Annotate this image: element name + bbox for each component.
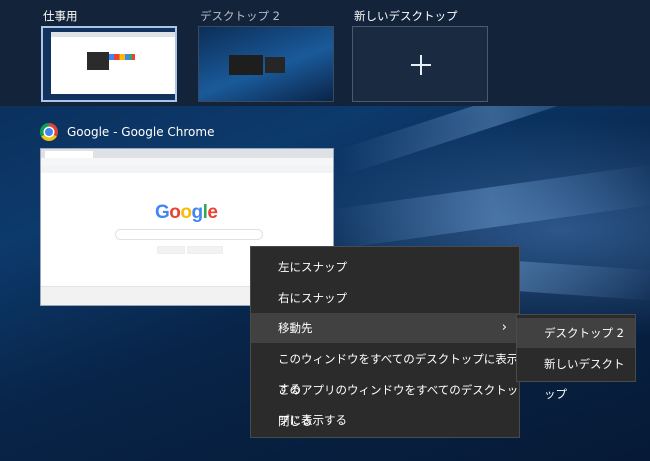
submenu-item-new-desktop[interactable]: 新しいデスクトップ: [517, 349, 635, 401]
preview-address-bar: [41, 158, 333, 166]
desktop-label-2: デスクトップ 2: [200, 9, 280, 23]
window-title: Google - Google Chrome: [67, 125, 215, 139]
submenu-item-desktop-2[interactable]: デスクトップ 2: [517, 318, 635, 348]
thumbnail-google-logo: [107, 54, 135, 60]
menu-item-label: 左にスナップ: [278, 260, 347, 274]
thumbnail-browser-toolbar: [51, 32, 175, 37]
menu-item-show-window-all-desktops[interactable]: このウィンドウをすべてのデスクトップに表示する: [251, 344, 519, 396]
new-desktop-button[interactable]: [352, 26, 488, 102]
wallpaper-light-ray: [327, 164, 650, 250]
preview-tab: [45, 151, 93, 158]
preview-tab-strip: [41, 149, 333, 158]
menu-item-label: 閉じる: [278, 414, 313, 428]
menu-item-snap-left[interactable]: 左にスナップ: [251, 252, 519, 282]
preview-search-button: [157, 246, 185, 254]
chevron-right-icon: ›: [501, 320, 507, 335]
move-to-submenu: デスクトップ 2 新しいデスクトップ: [516, 314, 636, 401]
preview-google-logo: Google: [155, 202, 218, 223]
preview-search-box: [115, 229, 263, 240]
window-title-bar: Google - Google Chrome: [40, 122, 214, 142]
plus-icon: [420, 55, 422, 75]
desktop-label-new: 新しいデスクトップ: [354, 9, 458, 23]
preview-lucky-button: [187, 246, 223, 254]
submenu-item-label: デスクトップ 2: [544, 326, 624, 340]
thumbnail-context-menu: [87, 52, 109, 70]
desktop-thumbnail-1[interactable]: [41, 26, 177, 102]
window-context-menu: 左にスナップ 右にスナップ 移動先 › このウィンドウをすべてのデスクトップに表…: [250, 246, 520, 438]
chrome-logo-icon: [40, 123, 58, 141]
menu-item-snap-right[interactable]: 右にスナップ: [251, 283, 519, 313]
desktop-thumbnail-2[interactable]: [198, 26, 334, 102]
virtual-desktop-bar: 仕事用 デスクトップ 2 新しいデスクトップ: [0, 0, 650, 106]
menu-item-close[interactable]: 閉じる: [251, 406, 519, 436]
menu-item-label: 移動先: [278, 321, 313, 335]
thumbnail-browser-window: [51, 32, 175, 94]
menu-item-show-app-all-desktops[interactable]: このアプリのウィンドウをすべてのデスクトップに表示する: [251, 375, 519, 427]
desktop-label-1: 仕事用: [43, 9, 78, 23]
thumbnail-window: [265, 57, 285, 73]
thumbnail-window: [229, 55, 263, 75]
preview-bookmarks-bar: [41, 166, 333, 173]
menu-item-move-to[interactable]: 移動先 ›: [251, 313, 519, 343]
menu-item-label: 右にスナップ: [278, 291, 347, 305]
